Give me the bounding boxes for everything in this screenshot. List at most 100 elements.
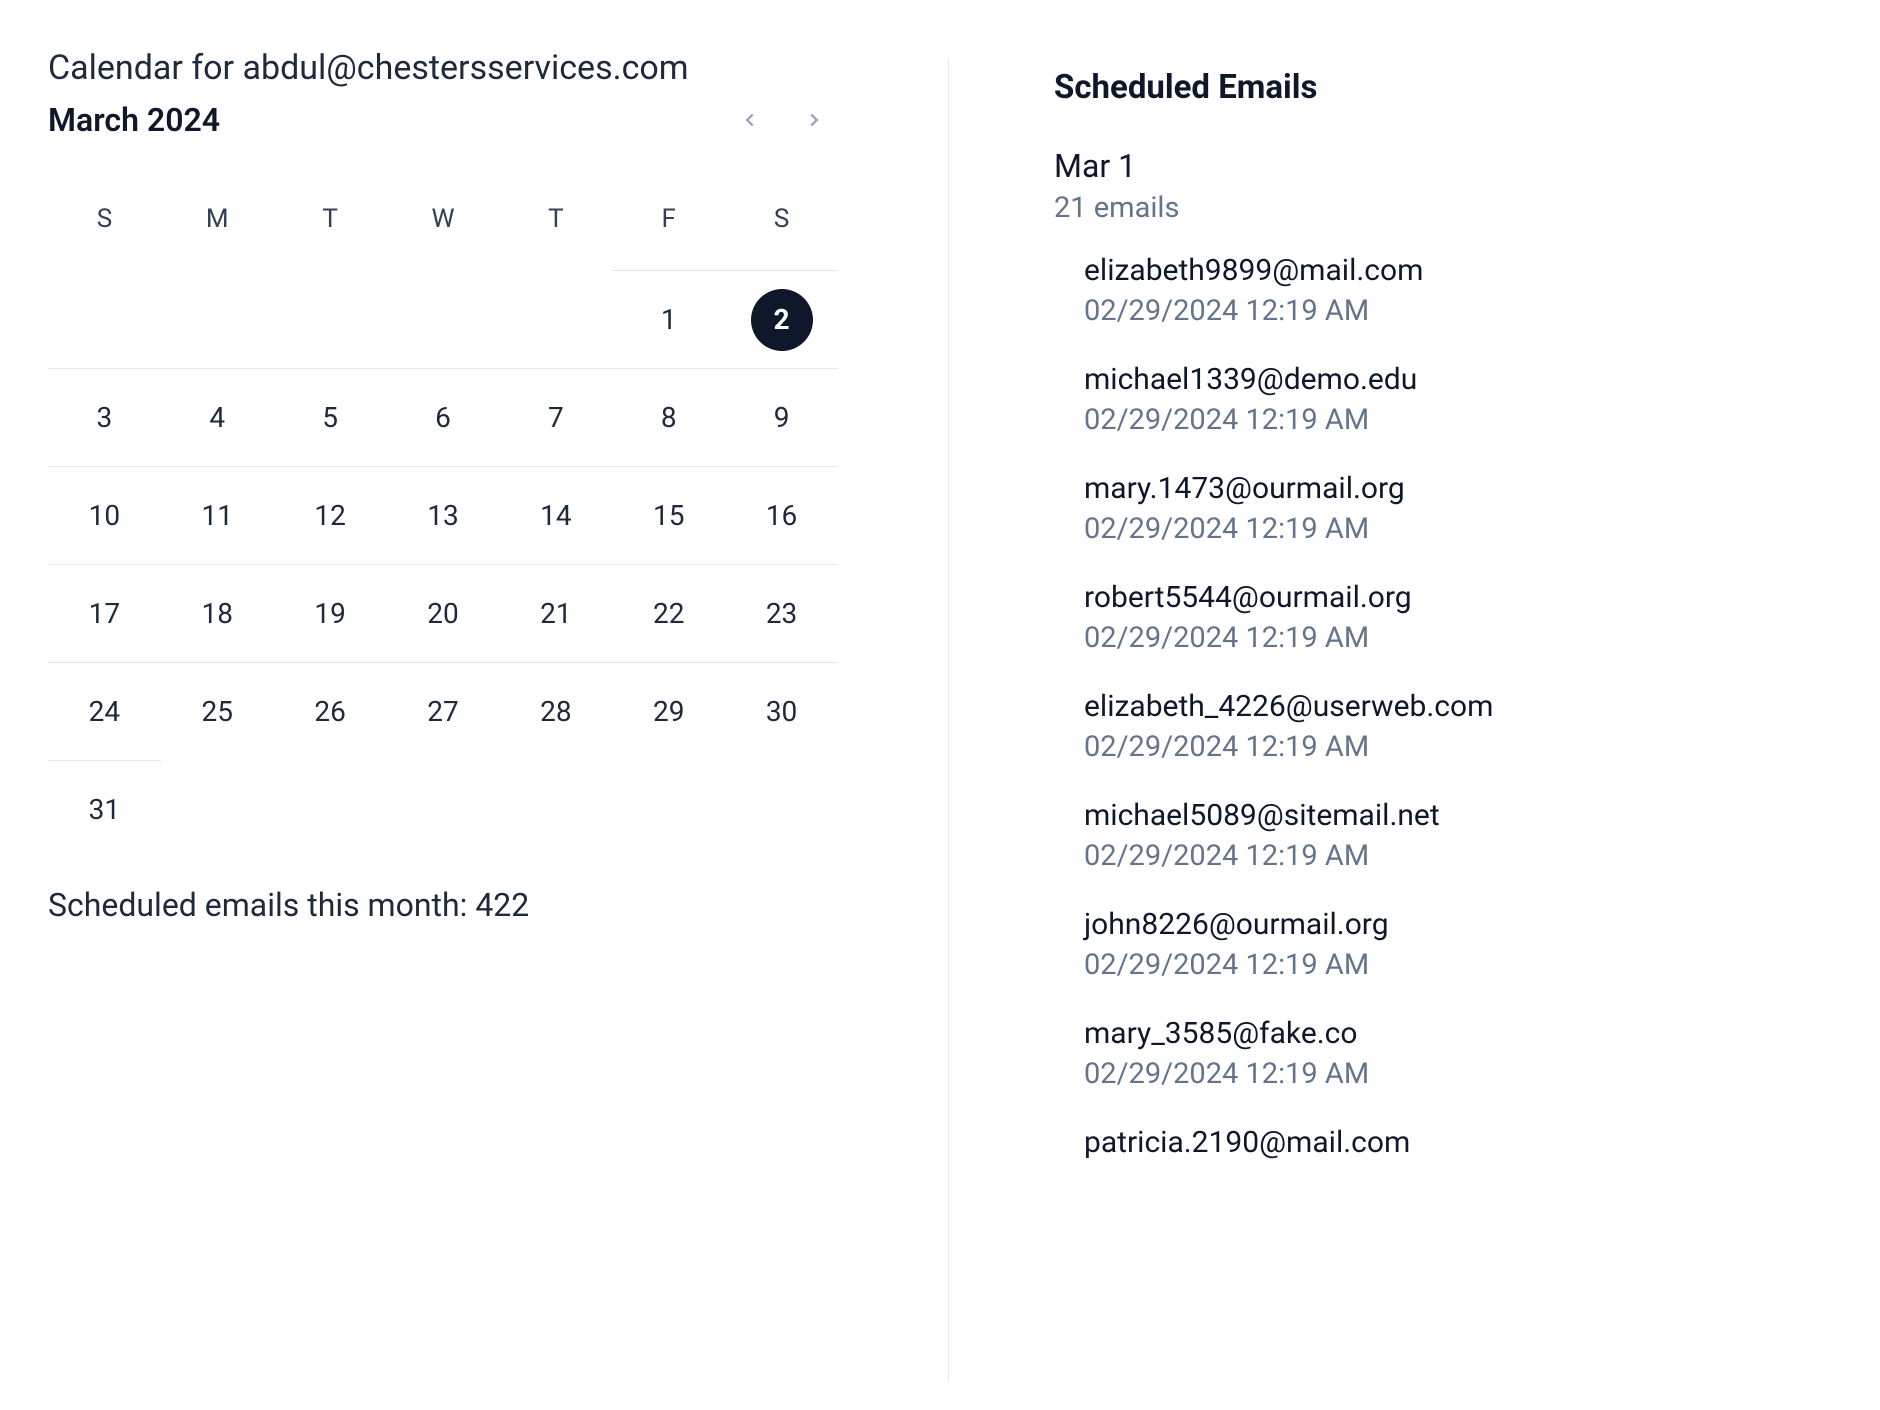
- day-number: 5: [299, 387, 361, 449]
- prev-month-button[interactable]: [726, 96, 774, 144]
- email-item[interactable]: michael1339@demo.edu02/29/2024 12:19 AM: [1084, 362, 1769, 437]
- day-cell[interactable]: 14: [499, 466, 612, 564]
- day-number: 2: [751, 289, 813, 351]
- dow-header: W: [387, 192, 500, 246]
- day-number: 12: [299, 485, 361, 547]
- day-cell-empty: [274, 760, 387, 858]
- email-item[interactable]: elizabeth_4226@userweb.com 02/29/2024 12:…: [1084, 689, 1769, 764]
- day-cell[interactable]: 24: [48, 662, 161, 760]
- day-number: 14: [525, 485, 587, 547]
- day-number: 13: [412, 485, 474, 547]
- day-number: 1: [638, 289, 700, 351]
- day-number: 31: [73, 779, 135, 841]
- email-address: mary.1473@ourmail.org: [1084, 471, 1769, 506]
- day-cell[interactable]: 29: [612, 662, 725, 760]
- email-item[interactable]: mary.1473@ourmail.org 02/29/2024 12:19 AM: [1084, 471, 1769, 546]
- email-timestamp: 02/29/2024 12:19 AM: [1084, 403, 1769, 437]
- calendar-header: March 2024: [48, 96, 838, 144]
- day-cell-empty: [161, 760, 274, 858]
- day-cell[interactable]: 16: [725, 466, 838, 564]
- day-number: 3: [73, 387, 135, 449]
- email-address: elizabeth9899@mail.com: [1084, 253, 1769, 288]
- day-cell[interactable]: 3: [48, 368, 161, 466]
- day-cell-empty: [725, 760, 838, 858]
- summary-prefix: Scheduled emails this month:: [48, 886, 475, 924]
- calendar-grid: SMTWTFS 12345678910111213141516171819202…: [48, 192, 838, 858]
- day-number: 29: [638, 681, 700, 743]
- day-cell[interactable]: 4: [161, 368, 274, 466]
- email-list: elizabeth9899@mail.com 02/29/2024 12:19 A…: [1054, 253, 1769, 1160]
- summary-count: 422: [475, 886, 529, 924]
- scheduled-count-label: 21 emails: [1054, 191, 1769, 225]
- email-item[interactable]: patricia.2190@mail.com: [1084, 1125, 1769, 1160]
- day-cell[interactable]: 15: [612, 466, 725, 564]
- email-item[interactable]: michael5089@sitemail.net02/29/2024 12:19…: [1084, 798, 1769, 873]
- day-cell[interactable]: 12: [274, 466, 387, 564]
- email-timestamp: 02/29/2024 12:19 AM: [1084, 512, 1769, 546]
- chevron-right-icon: [803, 109, 825, 131]
- month-summary: Scheduled emails this month: 422: [48, 886, 900, 924]
- day-cell[interactable]: 25: [161, 662, 274, 760]
- email-item[interactable]: mary_3585@fake.co 02/29/2024 12:19 AM: [1084, 1016, 1769, 1091]
- email-address: john8226@ourmail.org: [1084, 907, 1769, 942]
- day-number: 18: [186, 583, 248, 645]
- day-cell[interactable]: 13: [387, 466, 500, 564]
- day-cell[interactable]: 1: [612, 270, 725, 368]
- day-cell[interactable]: 30: [725, 662, 838, 760]
- email-address: patricia.2190@mail.com: [1084, 1125, 1769, 1160]
- chevron-left-icon: [739, 109, 761, 131]
- day-cell[interactable]: 5: [274, 368, 387, 466]
- day-number: 25: [186, 681, 248, 743]
- day-number: 9: [751, 387, 813, 449]
- email-timestamp: 02/29/2024 12:19 AM: [1084, 730, 1769, 764]
- dow-header: M: [161, 192, 274, 246]
- day-cell[interactable]: 26: [274, 662, 387, 760]
- day-cell[interactable]: 9: [725, 368, 838, 466]
- day-cell[interactable]: 21: [499, 564, 612, 662]
- email-address: mary_3585@fake.co: [1084, 1016, 1769, 1051]
- left-panel: Calendar for abdul@chestersservices.com …: [48, 48, 948, 1380]
- day-cell[interactable]: 22: [612, 564, 725, 662]
- email-timestamp: 02/29/2024 12:19 AM: [1084, 621, 1769, 655]
- day-number: 17: [73, 583, 135, 645]
- day-number: 11: [186, 485, 248, 547]
- day-cell-empty: [612, 760, 725, 858]
- day-cell[interactable]: 6: [387, 368, 500, 466]
- right-panel: Scheduled Emails Mar 1 21 emails elizabe…: [949, 48, 1769, 1380]
- next-month-button[interactable]: [790, 96, 838, 144]
- day-cell[interactable]: 11: [161, 466, 274, 564]
- scheduled-date-label: Mar 1: [1054, 147, 1769, 185]
- email-item[interactable]: robert5544@ourmail.org02/29/2024 12:19 A…: [1084, 580, 1769, 655]
- day-cell[interactable]: 27: [387, 662, 500, 760]
- day-cell[interactable]: 7: [499, 368, 612, 466]
- day-cell[interactable]: 8: [612, 368, 725, 466]
- day-number: 30: [751, 681, 813, 743]
- day-cell-empty: [499, 760, 612, 858]
- day-cell-empty: [161, 270, 274, 368]
- day-cell[interactable]: 10: [48, 466, 161, 564]
- day-cell-empty: [499, 270, 612, 368]
- day-number: 4: [186, 387, 248, 449]
- day-cell[interactable]: 17: [48, 564, 161, 662]
- day-cell[interactable]: 31: [48, 760, 161, 858]
- email-item[interactable]: elizabeth9899@mail.com02/29/2024 12:19 A…: [1084, 253, 1769, 328]
- day-cell[interactable]: 18: [161, 564, 274, 662]
- email-address: elizabeth_4226@userweb.com: [1084, 689, 1769, 724]
- day-number: 28: [525, 681, 587, 743]
- day-cell[interactable]: 2: [725, 270, 838, 368]
- scheduled-emails-title: Scheduled Emails: [1054, 68, 1769, 107]
- email-timestamp: 02/29/2024 12:19 AM: [1084, 839, 1769, 873]
- day-cell[interactable]: 20: [387, 564, 500, 662]
- email-timestamp: 02/29/2024 12:19 AM: [1084, 948, 1769, 982]
- email-timestamp: 02/29/2024 12:19 AM: [1084, 1057, 1769, 1091]
- day-number: 23: [751, 583, 813, 645]
- day-number: 21: [525, 583, 587, 645]
- page-title: Calendar for abdul@chestersservices.com: [48, 48, 900, 88]
- day-number: 10: [73, 485, 135, 547]
- day-cell[interactable]: 28: [499, 662, 612, 760]
- day-cell-empty: [387, 270, 500, 368]
- day-number: 16: [751, 485, 813, 547]
- day-cell[interactable]: 19: [274, 564, 387, 662]
- day-cell[interactable]: 23: [725, 564, 838, 662]
- email-item[interactable]: john8226@ourmail.org 02/29/2024 12:19 AM: [1084, 907, 1769, 982]
